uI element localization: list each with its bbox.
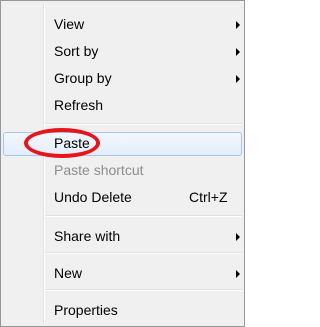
menu-item-label: Paste shortcut [54,162,144,178]
menu-item-refresh[interactable]: Refresh [3,94,242,118]
menu-item-label: View [54,16,85,32]
menu-item-label: Sort by [54,43,99,59]
annotation-circle [24,128,100,158]
menu-item-undo-delete[interactable]: Undo Delete Ctrl+Z [3,186,242,210]
menu-item-shortcut: Ctrl+Z [189,189,228,205]
menu-item-group-by[interactable]: Group by [3,67,242,91]
menu-item-paste-shortcut[interactable]: Paste shortcut [3,159,242,183]
menu-item-label: Share with [54,228,121,244]
menu-separator [45,123,242,125]
menu-item-new[interactable]: New [3,262,242,286]
context-menu: View Sort by Group by Refresh Paste Past… [0,0,245,327]
menu-item-label: Group by [54,70,112,86]
submenu-arrow-icon [236,48,240,56]
submenu-arrow-icon [236,270,240,278]
menu-item-share-with[interactable]: Share with [3,225,242,249]
menu-item-label: Undo Delete [54,189,132,205]
menu-separator [45,289,242,291]
menu-item-label: New [54,265,83,281]
submenu-arrow-icon [236,233,240,241]
menu-item-view[interactable]: View [3,13,242,37]
menu-item-label: Refresh [54,97,104,113]
menu-item-sort-by[interactable]: Sort by [3,40,242,64]
submenu-arrow-icon [236,75,240,83]
menu-item-label: Properties [54,302,118,318]
menu-separator [45,215,242,217]
submenu-arrow-icon [236,21,240,29]
menu-separator [45,252,242,254]
menu-item-properties[interactable]: Properties [3,299,242,323]
